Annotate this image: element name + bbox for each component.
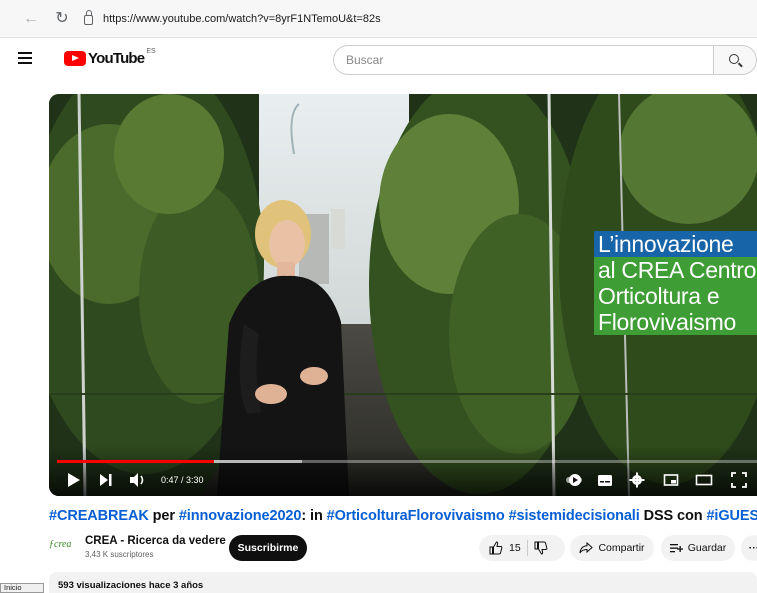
view-count-and-date: 593 visualizaciones hace 3 años: [58, 580, 204, 591]
share-arrow-icon: [579, 542, 594, 554]
overlay-line-4: Florovivaismo: [594, 309, 757, 335]
save-label: Guardar: [687, 542, 727, 554]
played-bar: [57, 460, 214, 463]
thumbs-down-icon[interactable]: [534, 541, 548, 555]
url-text: https://www.youtube.com/watch?v=8yrF1NTe…: [103, 13, 381, 25]
like-separator: [526, 540, 528, 556]
title-text: : in: [301, 508, 327, 524]
hashtag-link[interactable]: #CREABREAK: [49, 508, 149, 524]
share-button[interactable]: Compartir: [570, 535, 654, 561]
progress-bar[interactable]: [57, 460, 757, 463]
back-arrow-icon[interactable]: ←: [22, 10, 40, 28]
play-icon[interactable]: [67, 472, 81, 488]
logo-text: YouTube: [88, 49, 145, 67]
country-code: ES: [146, 47, 156, 55]
hashtag-link[interactable]: #OrticolturaFlorovivaismo: [327, 508, 505, 524]
thumbs-up-icon: [489, 541, 503, 555]
settings-gear-icon[interactable]: [629, 472, 645, 488]
youtube-logo[interactable]: YouTube ES: [64, 47, 156, 69]
channel-avatar[interactable]: ƒcrea: [49, 539, 77, 555]
add-to-playlist-icon: [669, 544, 683, 553]
reload-icon[interactable]: ↻: [53, 10, 71, 28]
miniplayer-icon[interactable]: [663, 472, 679, 488]
youtube-header: YouTube ES Buscar: [0, 38, 757, 82]
channel-row: ƒcrea CREA - Ricerca da vedere 3,43 K su…: [49, 532, 757, 564]
search-input[interactable]: Buscar: [333, 45, 713, 75]
search-button[interactable]: [713, 45, 757, 75]
theater-mode-icon[interactable]: [695, 472, 713, 488]
player-controls: 0:47 / 3:30: [49, 446, 757, 496]
overlay-line-1: L’innovazione: [594, 231, 757, 257]
description-box[interactable]: 593 visualizaciones hace 3 años: [49, 572, 757, 593]
hashtag-link[interactable]: #innovazione2020: [179, 508, 302, 524]
video-player[interactable]: L’innovazione al CREA Centro Orticoltura…: [49, 94, 757, 496]
search-icon: [729, 54, 739, 64]
lock-icon: [84, 10, 93, 25]
title-text: per: [148, 508, 179, 524]
autoplay-toggle-icon[interactable]: [565, 472, 583, 488]
hashtag-link[interactable]: #iGUESSMED: [706, 508, 757, 524]
volume-icon[interactable]: [129, 472, 147, 488]
save-button[interactable]: Guardar: [661, 535, 735, 561]
overlay-line-3: Orticoltura e: [594, 283, 757, 309]
like-button[interactable]: 15: [489, 541, 521, 555]
search-bar: Buscar: [333, 45, 757, 75]
next-icon[interactable]: [99, 472, 113, 488]
like-count: 15: [509, 542, 521, 554]
more-actions-button[interactable]: ···: [741, 535, 757, 561]
title-text: DSS con: [639, 508, 707, 524]
share-label: Compartir: [598, 542, 645, 554]
video-overlay-caption: L’innovazione al CREA Centro Orticoltura…: [594, 231, 757, 335]
fullscreen-icon[interactable]: [731, 472, 747, 488]
youtube-play-icon: [64, 50, 86, 66]
like-dislike-group: 15: [479, 535, 565, 561]
subscribe-button[interactable]: Suscribirme: [229, 535, 307, 561]
time-display: 0:47 / 3:30: [161, 475, 204, 485]
hashtag-link[interactable]: #sistemidecisionali: [509, 508, 640, 524]
subscriber-count: 3,43 K suscriptores: [85, 550, 154, 559]
channel-name[interactable]: CREA - Ricerca da vedere: [85, 535, 226, 547]
browser-toolbar: ← ↻ https://www.youtube.com/watch?v=8yrF…: [0, 0, 757, 38]
address-bar[interactable]: https://www.youtube.com/watch?v=8yrF1NTe…: [84, 8, 757, 30]
overlay-line-2: al CREA Centro: [594, 257, 757, 283]
subtitles-icon[interactable]: [597, 472, 613, 488]
taskbar-start-button[interactable]: Inicio: [0, 583, 44, 593]
video-title: #CREABREAK per #innovazione2020: in #Ort…: [49, 508, 757, 524]
menu-icon[interactable]: [18, 52, 32, 64]
